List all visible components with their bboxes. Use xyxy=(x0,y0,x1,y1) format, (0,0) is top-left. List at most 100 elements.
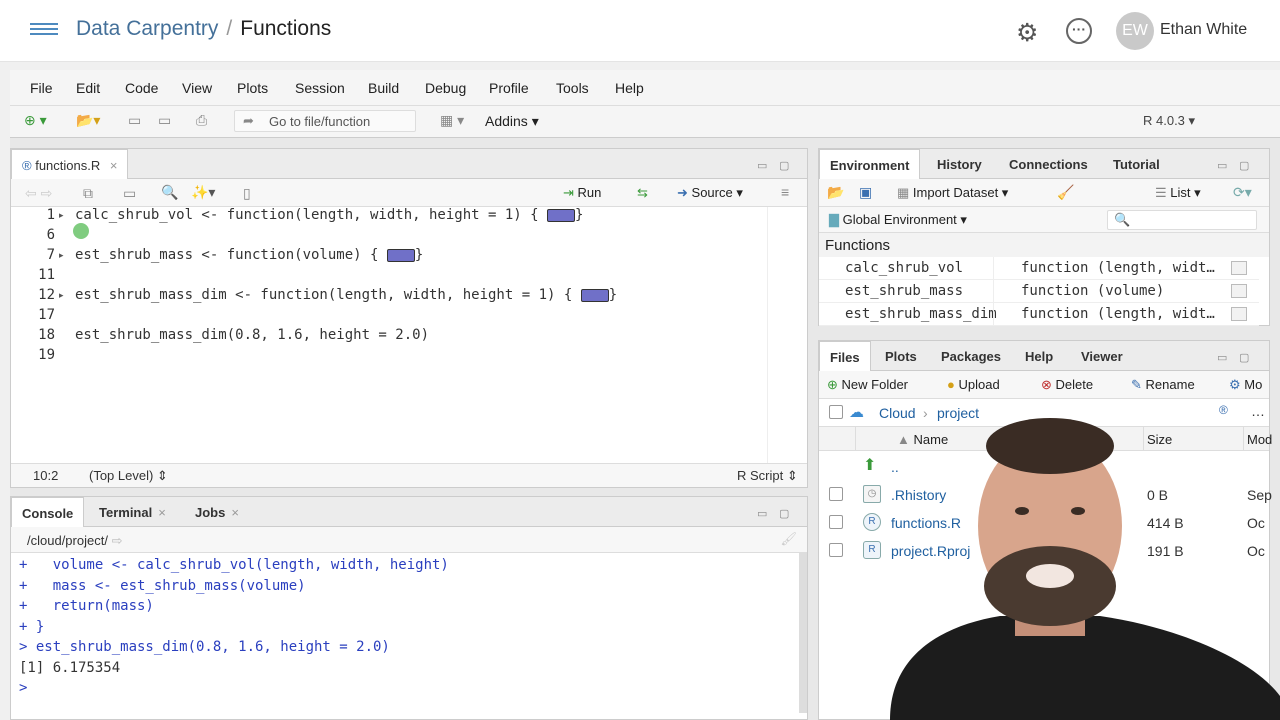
maximize-icon[interactable]: ▢ xyxy=(779,159,789,172)
folded-code-chip[interactable] xyxy=(580,288,609,302)
rename-button[interactable]: ✎ Rename xyxy=(1131,377,1195,393)
gear-icon[interactable]: ⚙ xyxy=(1016,18,1038,48)
close-icon[interactable]: × xyxy=(110,158,118,173)
file-checkbox[interactable] xyxy=(829,515,843,529)
compile-report-icon[interactable]: ▯ xyxy=(243,185,251,202)
scope-selector[interactable]: (Top Level) ⇕ xyxy=(89,468,168,484)
save-icon[interactable]: ▭ xyxy=(123,185,136,202)
code-line[interactable]: calc_shrub_vol <- function(length, width… xyxy=(75,207,583,223)
menu-edit[interactable]: Edit xyxy=(76,80,100,96)
menu-profile[interactable]: Profile xyxy=(489,80,529,96)
folded-code-chip[interactable] xyxy=(547,208,576,222)
minimize-icon[interactable]: ▭ xyxy=(757,507,767,520)
minimize-icon[interactable]: ▭ xyxy=(1217,351,1227,364)
close-icon[interactable]: × xyxy=(231,505,239,520)
search-icon[interactable]: 🔍 xyxy=(161,184,178,201)
console-prompt[interactable]: > xyxy=(19,680,36,696)
tab-console[interactable]: Console xyxy=(11,497,85,527)
new-file-icon[interactable]: ⊕ ▾ xyxy=(24,112,47,129)
rproj-icon[interactable]: ® xyxy=(1219,403,1228,417)
addins-menu[interactable]: Addins ▾ xyxy=(485,113,539,130)
list-view-selector[interactable]: ☰ List ▾ xyxy=(1155,185,1201,201)
code-line[interactable]: est_shrub_mass_dim(0.8, 1.6, height = 2.… xyxy=(75,327,429,343)
fold-arrow-icon[interactable]: ▸ xyxy=(59,290,64,301)
fold-arrow-icon[interactable]: ▸ xyxy=(59,250,64,261)
file-checkbox[interactable] xyxy=(829,543,843,557)
minimize-icon[interactable]: ▭ xyxy=(1217,159,1227,172)
avatar[interactable]: EW xyxy=(1116,12,1154,50)
import-dataset-button[interactable]: ▦ Import Dataset ▾ xyxy=(897,185,1008,201)
save-icon[interactable]: ▭ xyxy=(128,112,141,129)
fold-arrow-icon[interactable]: ▸ xyxy=(59,210,64,221)
editor-tab-functions[interactable]: ® functions.R × xyxy=(11,149,129,179)
environment-row[interactable]: calc_shrub_vol function (length, widt… xyxy=(819,257,1259,280)
menu-session[interactable]: Session xyxy=(295,80,345,96)
delete-button[interactable]: ⊗ Delete xyxy=(1041,377,1093,393)
maximize-icon[interactable]: ▢ xyxy=(1239,159,1249,172)
maximize-icon[interactable]: ▢ xyxy=(1239,351,1249,364)
refresh-icon[interactable]: ⟳▾ xyxy=(1233,184,1252,201)
open-file-icon[interactable]: 📂▾ xyxy=(76,112,100,129)
menu-build[interactable]: Build xyxy=(368,80,399,96)
save-all-icon[interactable]: ▭ xyxy=(158,112,171,129)
file-checkbox[interactable] xyxy=(829,487,843,501)
save-workspace-icon[interactable]: ▣ xyxy=(859,184,872,201)
menu-debug[interactable]: Debug xyxy=(425,80,466,96)
tab-history[interactable]: History xyxy=(927,149,992,179)
tab-connections[interactable]: Connections xyxy=(999,149,1098,179)
go-to-directory-icon[interactable]: ⇨ xyxy=(112,533,123,548)
r-version-menu[interactable]: R 4.0.3 ▾ xyxy=(1143,113,1195,129)
tab-environment[interactable]: Environment xyxy=(819,149,921,179)
magic-wand-icon[interactable]: ✨▾ xyxy=(191,184,215,201)
goto-file-input[interactable]: ➦ Go to file/function xyxy=(234,110,416,132)
username[interactable]: Ethan White xyxy=(1160,21,1247,39)
tab-terminal[interactable]: Terminal × xyxy=(89,497,176,527)
code-line[interactable]: est_shrub_mass <- function(volume) { } xyxy=(75,247,423,263)
source-button[interactable]: ➜ Source ▾ xyxy=(677,185,743,201)
tab-plots[interactable]: Plots xyxy=(875,341,927,371)
console-output[interactable]: + volume <- calc_shrub_vol(length, width… xyxy=(11,553,797,719)
menu-plots[interactable]: Plots xyxy=(237,80,268,96)
show-in-window-icon[interactable]: ⧉ xyxy=(83,185,93,202)
load-workspace-icon[interactable]: 📂 xyxy=(827,184,844,201)
new-folder-button[interactable]: ⊕ New Folder xyxy=(827,377,908,393)
more-options-icon[interactable]: ··· xyxy=(1066,18,1092,44)
outline-icon[interactable]: ≡ xyxy=(781,184,789,200)
scope-selector[interactable]: ▇ Global Environment ▾ xyxy=(829,212,967,228)
code-line[interactable]: est_shrub_mass_dim <- function(length, w… xyxy=(75,287,617,303)
grid-layout-icon[interactable]: ▦ ▾ xyxy=(440,112,464,129)
tab-packages[interactable]: Packages xyxy=(931,341,1011,371)
select-all-checkbox[interactable] xyxy=(829,405,843,419)
tab-viewer[interactable]: Viewer xyxy=(1071,341,1133,371)
menu-file[interactable]: File xyxy=(30,80,53,96)
clear-console-icon[interactable]: 🖌 xyxy=(780,531,797,547)
rerun-icon[interactable]: ⇆ xyxy=(637,185,648,201)
view-icon[interactable] xyxy=(1231,307,1247,321)
view-icon[interactable] xyxy=(1231,261,1247,275)
close-icon[interactable]: × xyxy=(158,505,166,520)
console-scrollbar[interactable] xyxy=(799,553,807,713)
menu-tools[interactable]: Tools xyxy=(556,80,589,96)
breadcrumb-project[interactable]: Data Carpentry xyxy=(76,17,218,40)
tab-jobs[interactable]: Jobs × xyxy=(185,497,249,527)
menu-help[interactable]: Help xyxy=(615,80,644,96)
tab-tutorial[interactable]: Tutorial xyxy=(1103,149,1170,179)
print-icon[interactable]: ⎙ xyxy=(196,112,207,129)
more-button[interactable]: ⚙ Mo xyxy=(1229,377,1262,393)
menu-view[interactable]: View xyxy=(182,80,212,96)
environment-row[interactable]: est_shrub_mass function (volume) xyxy=(819,280,1259,303)
upload-button[interactable]: ● Upload xyxy=(947,377,1000,392)
maximize-icon[interactable]: ▢ xyxy=(779,507,789,520)
tab-files[interactable]: Files xyxy=(819,341,871,371)
environment-row[interactable]: est_shrub_mass_dim function (length, wid… xyxy=(819,303,1259,326)
folded-code-chip[interactable] xyxy=(386,248,415,262)
broom-icon[interactable]: 🧹 xyxy=(1057,184,1074,201)
view-icon[interactable] xyxy=(1231,284,1247,298)
back-icon[interactable]: ⇦ ⇨ xyxy=(25,185,52,202)
run-button[interactable]: ⇥ Run xyxy=(563,185,601,201)
menu-code[interactable]: Code xyxy=(125,80,158,96)
code-editor[interactable]: 1 ▸ 6 7 ▸ 11 12 ▸ 17 18 19 calc_shrub_vo… xyxy=(11,207,807,465)
file-type-selector[interactable]: R Script ⇕ xyxy=(737,468,798,484)
tab-help[interactable]: Help xyxy=(1015,341,1063,371)
menu-icon[interactable] xyxy=(30,20,58,40)
